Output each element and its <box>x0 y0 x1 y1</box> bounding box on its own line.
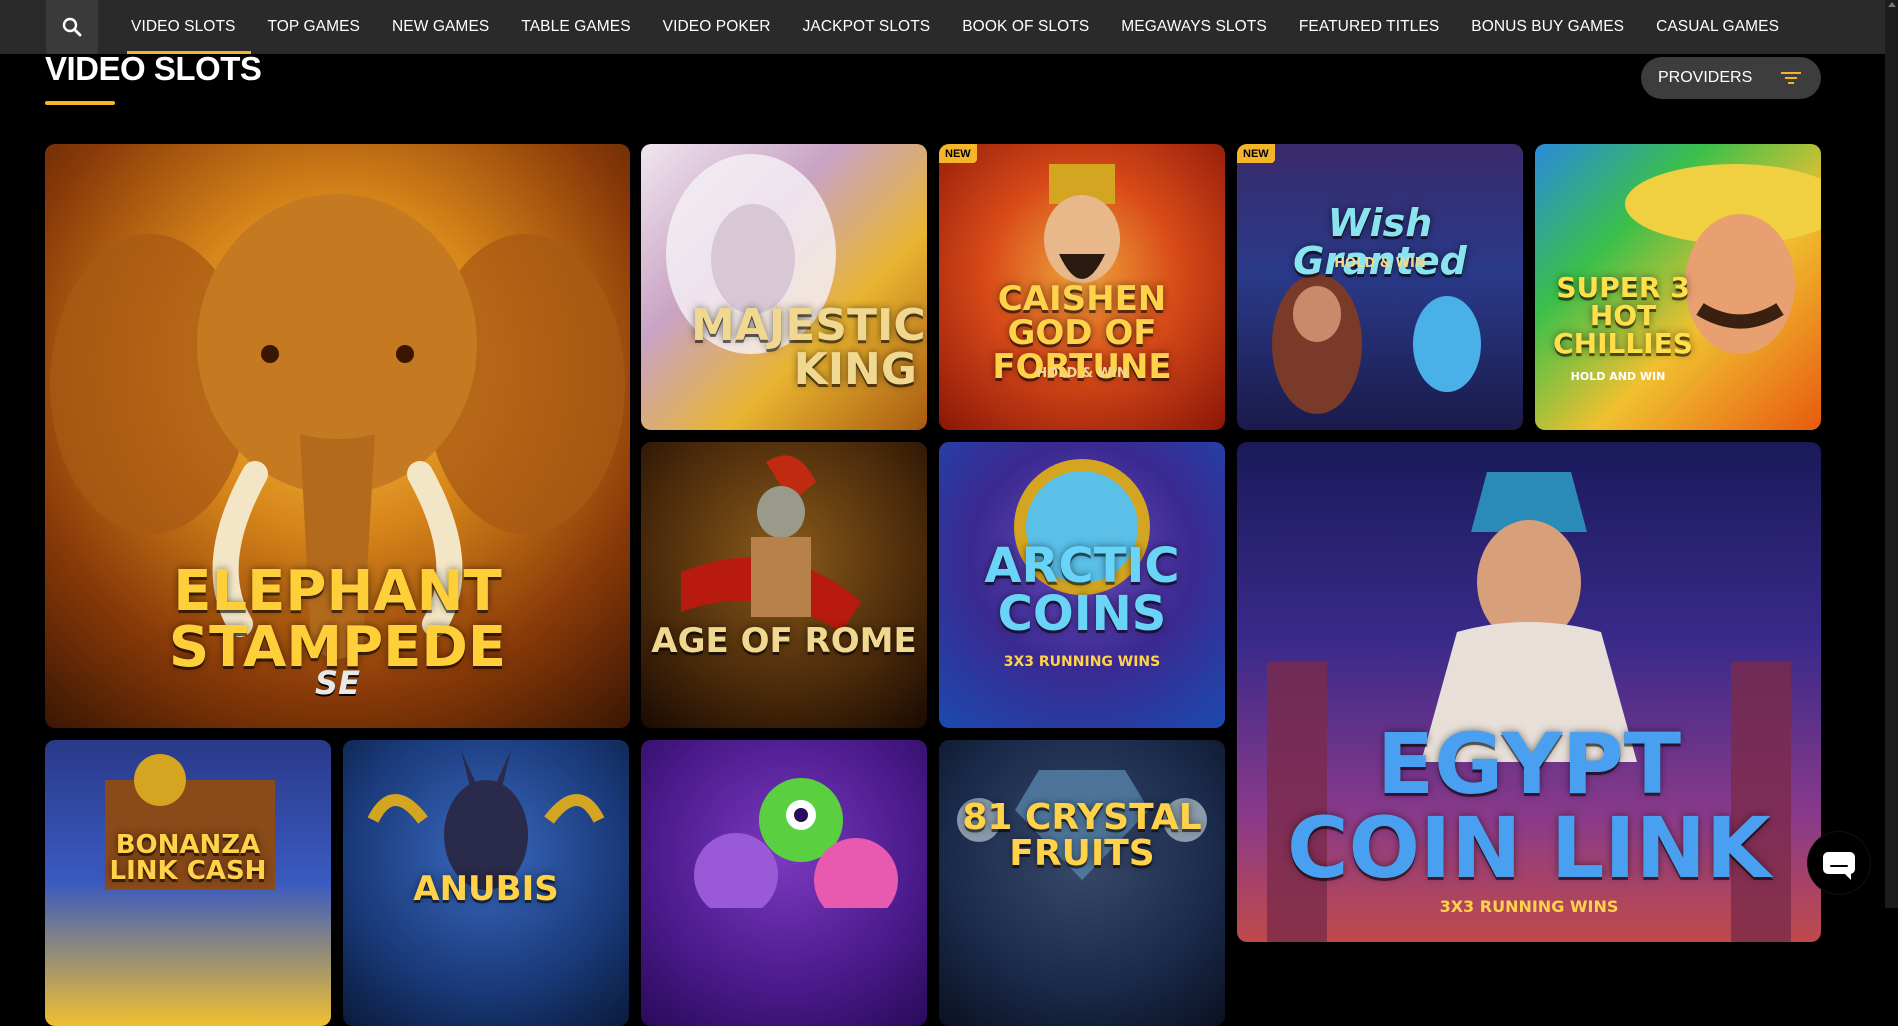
nav-item-casual-games[interactable]: CASUAL GAMES <box>1640 0 1795 54</box>
game-tile-elephant-stampede[interactable]: ELEPHANT STAMPEDE SE <box>45 144 630 728</box>
nav-item-featured-titles[interactable]: FEATURED TITLES <box>1283 0 1455 54</box>
providers-filter-button[interactable]: PROVIDERS <box>1641 57 1821 99</box>
page-scrollbar[interactable] <box>1885 0 1898 908</box>
game-title: ARCTIC COINS <box>984 538 1180 642</box>
game-tile-caishen-god-of-fortune[interactable]: NEW CAISHEN GOD OF FORTUNE HOLD & WIN <box>939 144 1225 430</box>
nav-item-video-poker[interactable]: VIDEO POKER <box>647 0 787 54</box>
game-art-genie <box>1272 274 1481 414</box>
new-badge: NEW <box>939 144 977 163</box>
search-icon <box>62 17 82 37</box>
nav-item-new-games[interactable]: NEW GAMES <box>376 0 505 54</box>
filter-icon <box>1781 72 1801 84</box>
game-tile-wish-granted[interactable]: NEW Wish Granted HOLD & WIN <box>1237 144 1523 430</box>
nav-item-top-games[interactable]: TOP GAMES <box>251 0 376 54</box>
title-underline <box>45 101 115 105</box>
game-tile-81-crystal-fruits[interactable]: 81 CRYSTAL FRUITS <box>939 740 1225 1026</box>
game-subtitle: HOLD & WIN <box>1334 256 1426 271</box>
chat-icon <box>1823 852 1855 880</box>
game-tile-super-3-hot-chillies[interactable]: SUPER 3 HOT CHILLIES HOLD AND WIN <box>1535 144 1821 430</box>
game-title: AGE OF ROME <box>651 621 917 661</box>
game-title: EGYPT COIN LINK <box>1286 715 1772 897</box>
game-title: ELEPHANT STAMPEDE <box>168 559 507 680</box>
page-title: VIDEO SLOTS <box>45 50 262 87</box>
game-subtitle: HOLD AND WIN <box>1570 370 1666 383</box>
game-tile-majestic-king[interactable]: MAJESTIC KING <box>641 144 927 430</box>
game-title: BONANZA LINK CASH <box>109 830 267 886</box>
game-tile-egypt-coin-link[interactable]: EGYPT COIN LINK 3X3 RUNNING WINS <box>1237 442 1821 942</box>
category-nav-bar: VIDEO SLOTS TOP GAMES NEW GAMES TABLE GA… <box>0 0 1885 54</box>
game-title: ANUBIS <box>413 869 559 909</box>
game-subtitle: HOLD & WIN <box>1036 366 1128 381</box>
game-title: MAJESTIC KING <box>691 300 926 395</box>
game-tile-age-of-rome[interactable]: AGE OF ROME <box>641 442 927 728</box>
game-subtitle: 3X3 RUNNING WINS <box>1003 654 1161 670</box>
scroll-up-arrow-icon[interactable] <box>1888 2 1896 7</box>
game-title: SUPER 3 HOT CHILLIES <box>1553 271 1693 360</box>
chat-button[interactable] <box>1808 832 1870 894</box>
game-tile-monster-match[interactable] <box>641 740 927 1026</box>
game-art-gladiator <box>681 455 861 632</box>
game-tile-bonanza-link-cash[interactable]: BONANZA LINK CASH <box>45 740 331 1026</box>
nav-item-jackpot-slots[interactable]: JACKPOT SLOTS <box>787 0 947 54</box>
game-subtitle: SE <box>315 664 360 702</box>
new-badge: NEW <box>1237 144 1275 163</box>
search-button[interactable] <box>46 0 98 54</box>
game-tile-arctic-coins[interactable]: ARCTIC COINS 3X3 RUNNING WINS <box>939 442 1225 728</box>
providers-label: PROVIDERS <box>1658 69 1753 86</box>
nav-item-video-slots[interactable]: VIDEO SLOTS <box>115 0 252 54</box>
game-subtitle: 3X3 RUNNING WINS <box>1439 897 1619 916</box>
game-tile-anubis[interactable]: ANUBIS <box>343 740 629 1026</box>
game-title: 81 CRYSTAL FRUITS <box>962 797 1202 874</box>
nav-item-book-of-slots[interactable]: BOOK OF SLOTS <box>946 0 1105 54</box>
nav-item-megaways-slots[interactable]: MEGAWAYS SLOTS <box>1105 0 1283 54</box>
nav-item-bonus-buy-games[interactable]: BONUS BUY GAMES <box>1455 0 1640 54</box>
nav-item-table-games[interactable]: TABLE GAMES <box>505 0 646 54</box>
game-art-monsters <box>694 778 898 908</box>
